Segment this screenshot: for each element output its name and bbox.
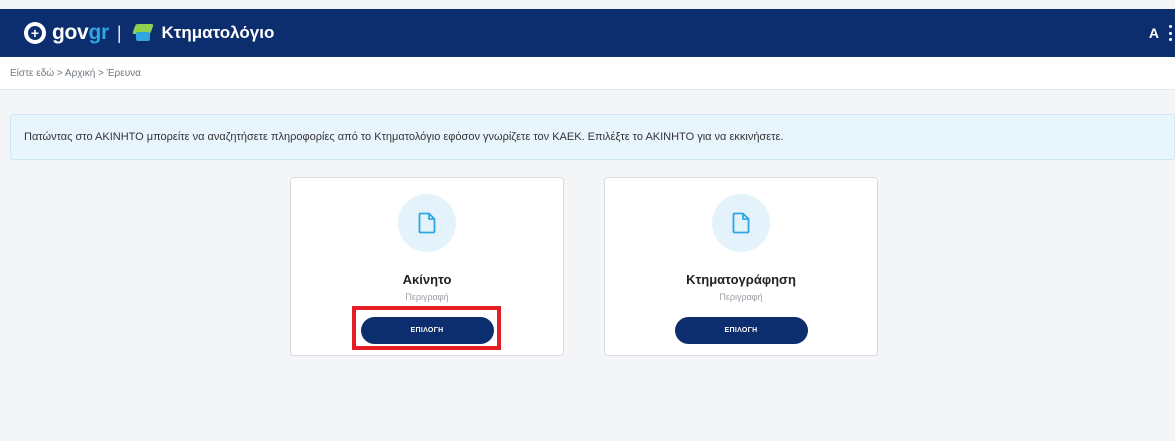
top-header: govgr | Κτηματολόγιο A	[0, 9, 1175, 57]
user-avatar[interactable]: A	[1149, 9, 1159, 57]
page: govgr | Κτηματολόγιο A Είστε εδώ > Αρχικ…	[0, 0, 1175, 441]
gov-logo-link[interactable]: govgr	[24, 21, 109, 45]
gov-emblem-icon	[24, 22, 46, 44]
gov-logo-text: govgr	[52, 21, 109, 44]
info-banner: Πατώντας στο ΑΚΙΝΗΤΟ μπορείτε να αναζητή…	[10, 114, 1175, 160]
card-title: Ακίνητο	[402, 272, 452, 287]
select-ktimatografisi-button[interactable]: ΕΠΙΛΟΓΗ	[674, 317, 808, 344]
card-akinito: Ακίνητο Περιγραφή ΕΠΙΛΟΓΗ	[290, 177, 564, 356]
card-description: Περιγραφή	[405, 292, 449, 302]
breadcrumb: Είστε εδώ > Αρχική > Έρευνα	[0, 57, 1175, 90]
card-description: Περιγραφή	[719, 292, 763, 302]
header-separator: |	[116, 22, 122, 43]
breadcrumb-text: Είστε εδώ > Αρχική > Έρευνα	[10, 68, 141, 79]
ktimatologio-logo-link[interactable]: Κτηματολόγιο	[131, 23, 275, 43]
document-icon	[398, 194, 456, 252]
ktimatologio-logo-icon	[131, 24, 154, 42]
app-title: Κτηματολόγιο	[161, 23, 275, 42]
card-ktimatografisi: Κτηματογράφηση Περιγραφή ΕΠΙΛΟΓΗ	[604, 177, 878, 356]
document-icon	[712, 194, 770, 252]
more-vert-icon[interactable]	[1169, 25, 1173, 41]
info-banner-text: Πατώντας στο ΑΚΙΝΗΤΟ μπορείτε να αναζητή…	[24, 131, 784, 143]
select-akinito-button[interactable]: ΕΠΙΛΟΓΗ	[360, 317, 494, 344]
card-title: Κτηματογράφηση	[686, 272, 796, 287]
